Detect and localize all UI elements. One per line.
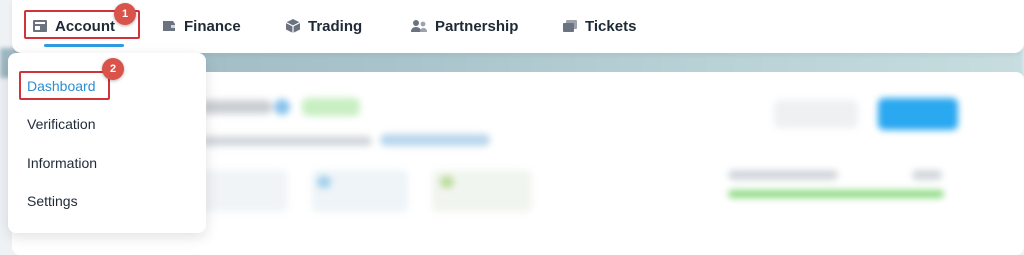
- step-badge-2: 2: [102, 58, 124, 80]
- top-navbar: Account Finance Trading Partnership Tick…: [12, 0, 1024, 53]
- email-placeholder: [202, 136, 372, 146]
- people-icon: [410, 18, 428, 34]
- stat-card: [202, 170, 288, 212]
- page: Account Finance Trading Partnership Tick…: [0, 0, 1024, 255]
- nav-item-finance[interactable]: Finance: [161, 14, 241, 38]
- nav-item-label: Partnership: [435, 17, 519, 35]
- secondary-button: [774, 100, 858, 128]
- menu-item-settings[interactable]: Settings: [27, 193, 78, 209]
- nav-item-tickets[interactable]: Tickets: [562, 14, 636, 38]
- stat-icon: [440, 176, 454, 188]
- account-dropdown-menu: Dashboard Verification Information Setti…: [8, 53, 206, 233]
- menu-item-verification[interactable]: Verification: [27, 116, 95, 132]
- id-placeholder: [380, 134, 490, 146]
- active-tab-indicator: [44, 44, 124, 47]
- tickets-icon: [562, 18, 578, 34]
- nav-item-label: Tickets: [585, 17, 637, 35]
- progress-value: [912, 170, 942, 180]
- status-badge: [302, 98, 360, 116]
- progress-label: [728, 170, 838, 180]
- progress-bar: [728, 190, 944, 198]
- nav-item-label: Finance: [184, 17, 241, 35]
- user-name-placeholder: [202, 100, 272, 114]
- step-badge-1: 1: [114, 3, 136, 25]
- dashboard-highlight-box: [19, 71, 110, 100]
- wallet-icon: [161, 18, 177, 34]
- box-icon: [285, 18, 301, 34]
- nav-item-partnership[interactable]: Partnership: [410, 14, 518, 38]
- nav-item-label: Trading: [308, 17, 363, 35]
- stat-icon: [317, 176, 331, 188]
- primary-button: [878, 98, 958, 130]
- menu-item-information[interactable]: Information: [27, 155, 97, 171]
- verified-icon: [274, 99, 290, 115]
- nav-item-trading[interactable]: Trading: [285, 14, 362, 38]
